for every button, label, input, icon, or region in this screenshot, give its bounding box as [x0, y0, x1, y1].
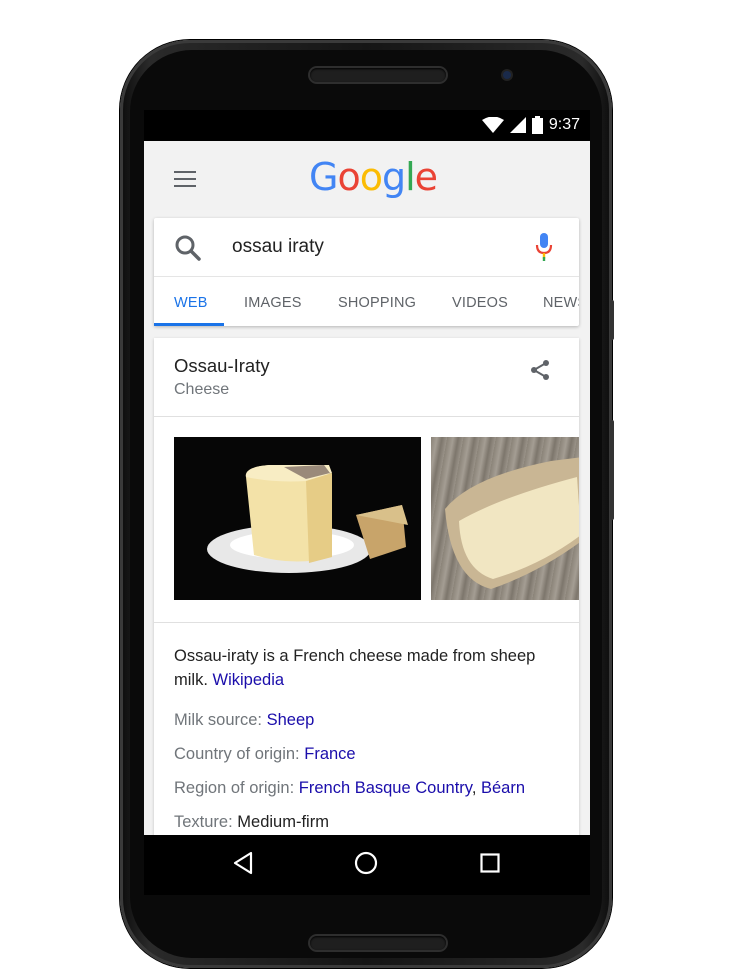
android-nav-bar: [144, 835, 590, 895]
fact-value-link[interactable]: France: [304, 745, 355, 763]
tab-videos[interactable]: VIDEOS: [452, 295, 508, 311]
back-icon[interactable]: [232, 851, 254, 875]
search-bar: [154, 218, 579, 277]
tab-images[interactable]: IMAGES: [244, 295, 302, 311]
knowledge-panel: Ossau-Iraty Cheese Ossau-iraty is a Fren…: [154, 338, 579, 835]
entity-subtitle: Cheese: [174, 381, 230, 398]
google-logo[interactable]: Google: [309, 155, 438, 199]
tab-shopping[interactable]: SHOPPING: [338, 295, 416, 311]
cellular-signal-icon: [509, 117, 526, 133]
home-icon[interactable]: [354, 851, 378, 875]
power-button: [610, 420, 614, 520]
phone-screen: 9:37 Google ossau iraty WEB IMAGES SHOPP…: [144, 110, 590, 835]
volume-button: [610, 300, 614, 340]
top-bar: Google: [144, 141, 590, 217]
share-icon[interactable]: [528, 358, 552, 382]
fact-country-of-origin: Country of origin: France: [174, 745, 356, 764]
top-speaker: [310, 68, 446, 82]
fact-separator: ,: [471, 779, 481, 797]
image-carousel: [154, 417, 579, 623]
knowledge-panel-header: Ossau-Iraty Cheese: [154, 338, 579, 417]
bottom-speaker: [310, 936, 446, 950]
fact-label: Country of origin:: [174, 745, 300, 763]
fact-value-link[interactable]: French Basque Country: [299, 779, 472, 797]
entity-title: Ossau-Iraty: [174, 355, 270, 376]
search-icon[interactable]: [174, 234, 202, 262]
fact-milk-source: Milk source: Sheep: [174, 711, 314, 730]
front-camera: [503, 71, 511, 79]
recents-icon[interactable]: [480, 853, 500, 873]
fact-value: Medium-firm: [237, 813, 329, 831]
fact-value-link[interactable]: Béarn: [481, 779, 525, 797]
wifi-icon: [481, 117, 504, 133]
status-time: 9:37: [548, 116, 580, 133]
status-bar: 9:37: [144, 110, 590, 141]
search-input[interactable]: [232, 236, 512, 258]
hamburger-menu-icon[interactable]: [174, 171, 200, 191]
active-tab-indicator: [154, 323, 224, 326]
entity-description: Ossau-iraty is a French cheese made from…: [174, 644, 564, 692]
tab-news[interactable]: NEWS: [543, 295, 579, 311]
fact-region-of-origin: Region of origin: French Basque Country,…: [174, 779, 525, 798]
microphone-icon[interactable]: [534, 232, 554, 262]
battery-icon: [531, 116, 543, 134]
search-card: WEB IMAGES SHOPPING VIDEOS NEWS: [154, 218, 579, 326]
cheese-image-2[interactable]: [431, 437, 579, 600]
cheese-image-1[interactable]: [174, 437, 421, 600]
search-tabs: WEB IMAGES SHOPPING VIDEOS NEWS: [154, 277, 579, 326]
fact-label: Milk source:: [174, 711, 263, 729]
google-app: Google WEB IMAGES SHOPPING: [144, 141, 590, 835]
fact-label: Region of origin:: [174, 779, 295, 797]
fact-label: Texture:: [174, 813, 233, 831]
fact-texture: Texture: Medium-firm: [174, 813, 329, 832]
wikipedia-link[interactable]: Wikipedia: [213, 671, 285, 689]
tab-web[interactable]: WEB: [174, 295, 208, 311]
fact-value-link[interactable]: Sheep: [267, 711, 315, 729]
